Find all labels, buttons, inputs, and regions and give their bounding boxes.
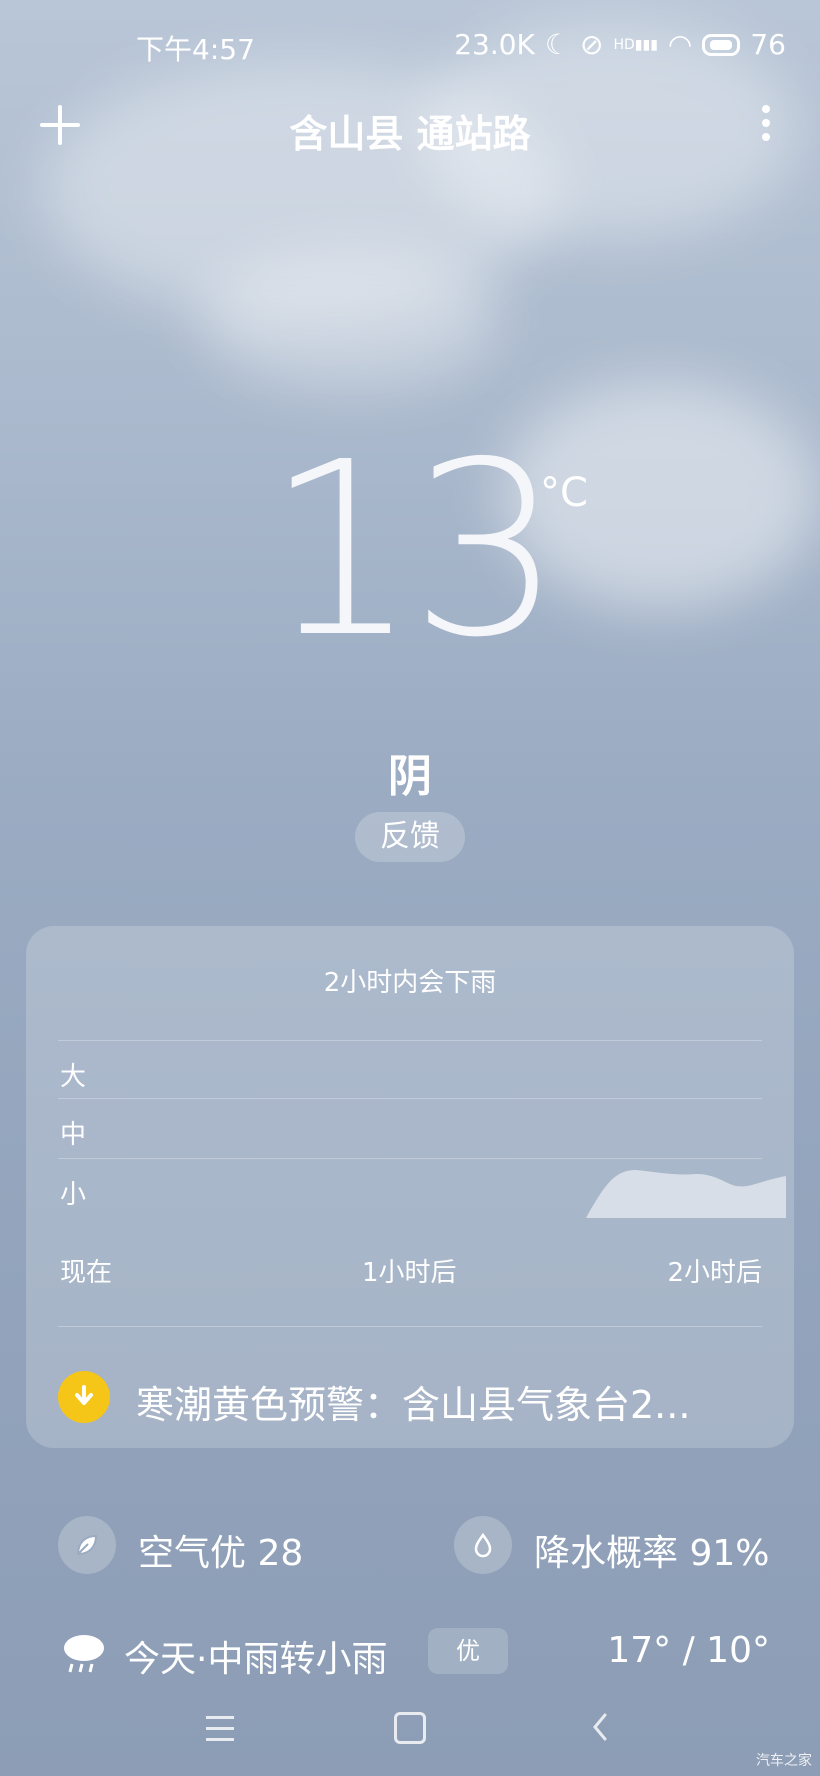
precipitation-label: 降水概率 91% — [534, 1533, 770, 1574]
aqi-badge: 优 — [428, 1628, 508, 1674]
today-condition: 今天·中雨转小雨 — [124, 1639, 388, 1680]
temperature-value: 13 — [265, 410, 562, 690]
feedback-button[interactable]: 反馈 — [355, 812, 465, 862]
level-light: 小 — [60, 1180, 87, 1210]
droplet-icon — [454, 1516, 512, 1574]
battery-level: 76 — [750, 28, 786, 61]
level-moderate: 中 — [60, 1120, 87, 1150]
net-speed: 23.0K — [454, 28, 535, 61]
status-right: 23.0K ☾ ⊘ HD▮▮▮ ◠ 76 — [454, 28, 786, 61]
today-forecast-row[interactable]: 今天·中雨转小雨 优 17° / 10° — [58, 1620, 770, 1690]
level-heavy: 大 — [60, 1062, 87, 1092]
leaf-icon — [58, 1516, 116, 1574]
today-temps: 17° / 10° — [607, 1630, 770, 1671]
cold-wave-warning[interactable]: 寒潮黄色预警：含山县气象台2... — [58, 1366, 762, 1427]
link-icon: ⊘ — [580, 28, 604, 61]
cloud-decoration — [200, 250, 500, 390]
status-bar: 下午4:57 23.0K ☾ ⊘ HD▮▮▮ ◠ 76 — [0, 0, 820, 90]
chart-gridline — [58, 1040, 762, 1041]
rain-forecast-card[interactable]: 2小时内会下雨 大 中 小 现在 1小时后 2小时后 寒潮黄色预警：含山县气象台… — [26, 926, 794, 1448]
moon-icon: ☾ — [544, 28, 571, 61]
arrow-down-icon — [75, 1385, 93, 1405]
precipitation-row[interactable]: 降水概率 91% — [454, 1516, 774, 1578]
rain-intensity-area — [586, 1170, 786, 1218]
air-quality-row[interactable]: 空气优 28 — [58, 1516, 378, 1578]
time-1h: 1小时后 — [362, 1258, 457, 1288]
back-icon[interactable] — [590, 1712, 610, 1742]
rain-card-title: 2小时内会下雨 — [323, 968, 497, 998]
network-label: HD — [613, 36, 635, 53]
warning-badge — [58, 1371, 110, 1423]
time-now: 现在 — [60, 1258, 113, 1288]
rain-cloud-icon — [64, 1635, 104, 1673]
wifi-icon: ◠ — [667, 28, 693, 61]
home-icon[interactable] — [394, 1712, 426, 1744]
card-divider — [58, 1326, 762, 1327]
menu-icon[interactable] — [206, 1716, 234, 1742]
temperature-unit: °C — [540, 470, 588, 516]
time-2h: 2小时后 — [667, 1258, 762, 1288]
current-temperature: 13 °C — [0, 430, 820, 690]
chart-gridline — [58, 1098, 762, 1099]
warning-text: 寒潮黄色预警：含山县气象台2... — [136, 1383, 691, 1427]
status-time: 下午4:57 — [136, 33, 255, 66]
battery-icon — [702, 33, 741, 56]
navigation-bar — [0, 1700, 820, 1760]
chart-gridline — [58, 1158, 762, 1159]
watermark: 汽车之家 — [756, 1753, 812, 1769]
location-title[interactable]: 含山县 通站路 — [0, 103, 820, 158]
top-bar: 含山县 通站路 — [0, 95, 820, 165]
air-quality-label: 空气优 28 — [138, 1533, 304, 1574]
hd-signal-icon: HD▮▮▮ — [613, 36, 658, 53]
weather-condition: 阴 — [388, 751, 432, 802]
more-menu-icon[interactable] — [760, 105, 772, 145]
